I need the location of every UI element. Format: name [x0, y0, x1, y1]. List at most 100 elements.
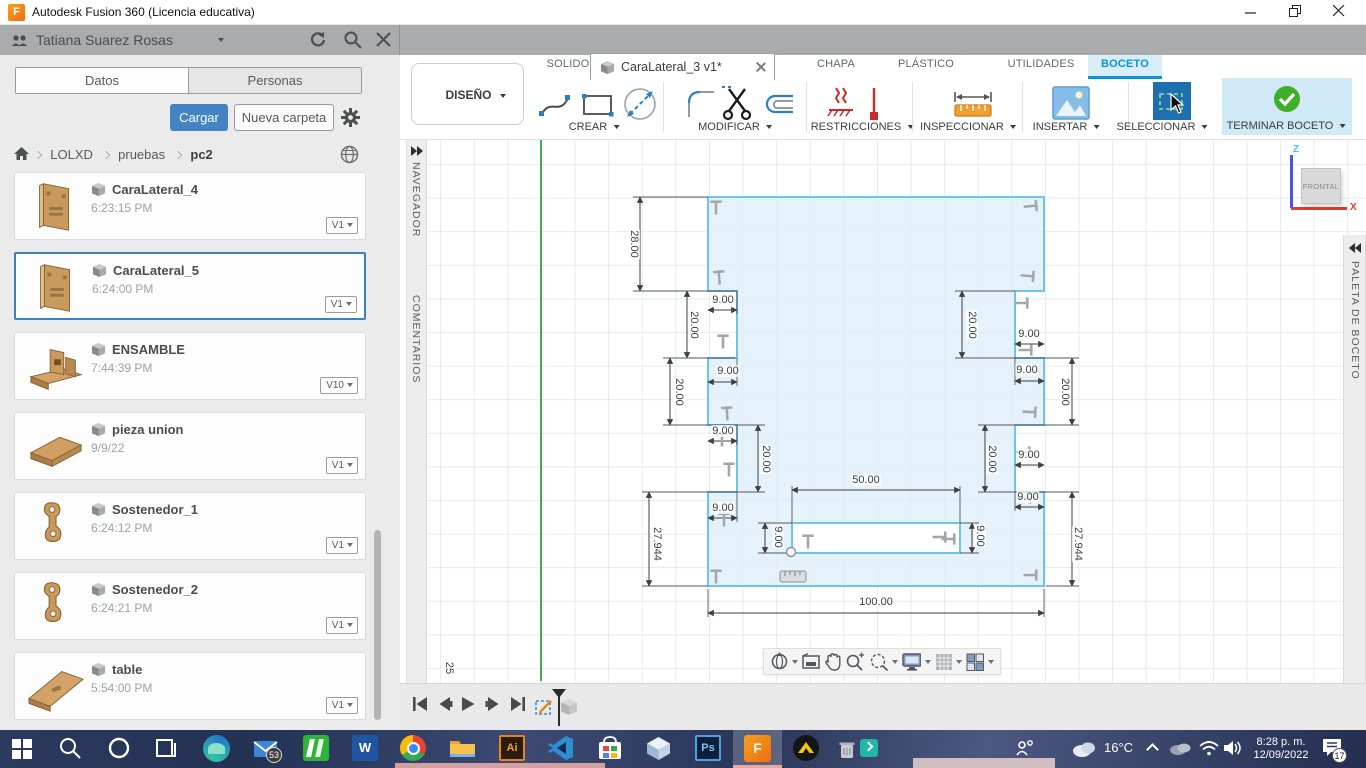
display-settings-icon[interactable]	[901, 652, 921, 671]
constraint-vertical-icon[interactable]	[824, 86, 858, 122]
pan-hand-icon[interactable]	[824, 652, 841, 671]
group-restricciones[interactable]: RESTRICCIONES	[811, 121, 914, 133]
settings-gear-icon[interactable]	[341, 108, 360, 127]
sketch-palette-tab[interactable]: PALETA DE BOCETO	[1349, 261, 1361, 380]
zoom-window-icon[interactable]	[869, 652, 888, 671]
dimension-label[interactable]: 9.00	[1016, 491, 1040, 503]
dimension-label[interactable]: 20.00	[986, 444, 998, 474]
timeline-suppressed-feature[interactable]	[560, 698, 578, 716]
home-icon[interactable]	[14, 147, 29, 161]
close-button[interactable]	[1320, 0, 1360, 24]
insert-image-icon[interactable]	[1052, 86, 1090, 120]
timeline-play-button[interactable]	[460, 696, 476, 712]
list-item[interactable]: table 5:54:00 PM V1	[14, 652, 366, 720]
dimension-label[interactable]: 27.944	[1072, 526, 1084, 562]
comments-panel-tab[interactable]: COMENTARIOS	[410, 295, 422, 383]
timeline-step-forward-button[interactable]	[485, 696, 501, 712]
navigator-panel-tab[interactable]: NAVEGADOR	[410, 162, 422, 237]
close-tab-icon[interactable]	[756, 62, 766, 72]
constraint-icon[interactable]	[718, 456, 740, 478]
grid-caret[interactable]	[955, 659, 962, 664]
orbit-icon[interactable]	[770, 652, 788, 671]
create-dimension-icon[interactable]	[622, 86, 658, 122]
illustrator-icon[interactable]: Ai	[499, 735, 525, 761]
ribbon-tab-boceto[interactable]: BOCETO	[1101, 58, 1149, 70]
tab-personas[interactable]: Personas	[189, 68, 361, 93]
workspace-selector[interactable]: DISEÑO	[411, 63, 524, 125]
timeline-go-start-button[interactable]	[412, 696, 428, 712]
finish-sketch-zone[interactable]: TERMINAR BOCETO	[1222, 78, 1352, 135]
list-item[interactable]: CaraLateral_4 6:23:15 PM V1	[14, 172, 366, 240]
modify-offset-icon[interactable]	[762, 88, 796, 120]
vscode-icon[interactable]	[548, 735, 576, 763]
breadcrumb-current[interactable]: pc2	[190, 147, 212, 162]
breadcrumb-folder[interactable]: LOLXD	[50, 147, 93, 162]
new-folder-button[interactable]: Nueva carpeta	[234, 104, 334, 131]
autodesk-app-icon[interactable]	[793, 735, 821, 763]
create-rectangle-icon[interactable]	[580, 88, 616, 122]
dimension-label[interactable]: 9.00	[1017, 449, 1041, 461]
onedrive-icon[interactable]	[1168, 739, 1196, 767]
green-media-app-icon[interactable]	[303, 735, 331, 763]
version-dropdown[interactable]: V1	[325, 617, 358, 634]
constraint-icon[interactable]	[712, 328, 734, 350]
list-item[interactable]: pieza union 9/9/22 V1	[14, 412, 366, 480]
dimension-label[interactable]: 100.00	[858, 596, 894, 608]
expand-palette-icon[interactable]	[1349, 243, 1361, 253]
ribbon-tab-utilidades[interactable]: UTILIDADES	[1008, 58, 1075, 70]
refresh-icon[interactable]	[308, 30, 328, 50]
upload-button[interactable]: Cargar	[170, 104, 228, 131]
teal-app-icon[interactable]	[860, 739, 888, 767]
inspect-measure-icon[interactable]	[952, 89, 994, 119]
dimension-label[interactable]: 9.00	[716, 365, 740, 377]
weather-cloud-icon[interactable]	[1070, 737, 1098, 765]
dimension-label[interactable]: 28.00	[628, 229, 640, 259]
dimension-label[interactable]: 20.00	[688, 310, 700, 340]
finish-sketch-button[interactable]: TERMINAR BOCETO	[1227, 120, 1346, 132]
mail-icon[interactable]: 53	[252, 735, 282, 763]
dimension-label[interactable]: 9.00	[1015, 364, 1039, 376]
weather-temp[interactable]: 16°C	[1104, 740, 1133, 755]
timeline-go-end-button[interactable]	[510, 696, 526, 712]
taskbar-search-icon[interactable]	[57, 735, 85, 763]
version-dropdown[interactable]: V1	[325, 457, 358, 474]
dimension-label[interactable]: 20.00	[966, 310, 978, 340]
expand-navigator-icon[interactable]	[411, 146, 423, 156]
group-seleccionar[interactable]: SELECCIONAR	[1117, 121, 1208, 133]
constraint-icon[interactable]	[1013, 292, 1035, 314]
orbit-caret[interactable]	[792, 659, 799, 664]
sketch-canvas[interactable]: 28.00 20.00 20.00 20.00 27.944 9.00 9.00 9.00 9.…	[427, 140, 1366, 683]
zoom-window-caret[interactable]	[891, 659, 898, 664]
ribbon-tab-chapa[interactable]: CHAPA	[817, 58, 855, 70]
ms-store-icon[interactable]	[597, 735, 625, 763]
tray-people-icon[interactable]	[1015, 739, 1043, 767]
document-tab-1[interactable]: CaraLateral_3 v1*	[590, 53, 775, 80]
origin-point[interactable]	[785, 546, 797, 558]
ribbon-tab-solido[interactable]: SOLIDO	[547, 58, 590, 70]
dimension-label[interactable]: 9.00	[711, 502, 735, 514]
user-name[interactable]: Tatiana Suarez Rosas	[36, 32, 173, 48]
cortana-icon[interactable]	[106, 735, 134, 763]
web-globe-icon[interactable]	[340, 145, 359, 164]
search-icon[interactable]	[343, 30, 363, 50]
dimension-label[interactable]: 9.00	[772, 525, 784, 549]
file-explorer-icon[interactable]	[449, 735, 477, 763]
version-dropdown[interactable]: V10	[320, 377, 358, 394]
ribbon-tab-plastico[interactable]: PLÁSTICO	[898, 58, 954, 70]
modify-fillet-icon[interactable]	[684, 87, 718, 121]
group-insertar[interactable]: INSERTAR	[1033, 121, 1100, 133]
dimension-label[interactable]: 20.00	[760, 444, 772, 474]
user-menu-caret[interactable]	[218, 38, 224, 42]
list-item[interactable]: Sostenedor_1 6:24:12 PM V1	[14, 492, 366, 560]
group-crear[interactable]: CREAR	[569, 121, 620, 133]
chrome-icon[interactable]	[400, 735, 428, 763]
version-dropdown[interactable]: V1	[324, 296, 357, 313]
edge-icon[interactable]	[203, 735, 231, 763]
dimension-label[interactable]: 9.00	[711, 425, 735, 437]
create-spline-icon[interactable]	[538, 88, 572, 122]
dimension-label[interactable]: 9.00	[711, 294, 735, 306]
viewcube[interactable]: FRONTAL	[1301, 168, 1341, 204]
fusion360-taskbar-icon[interactable]: F	[744, 735, 771, 762]
viewports-icon[interactable]	[966, 653, 984, 671]
clock-date[interactable]: 8:28 p. m. 12/09/2022	[1242, 736, 1320, 762]
